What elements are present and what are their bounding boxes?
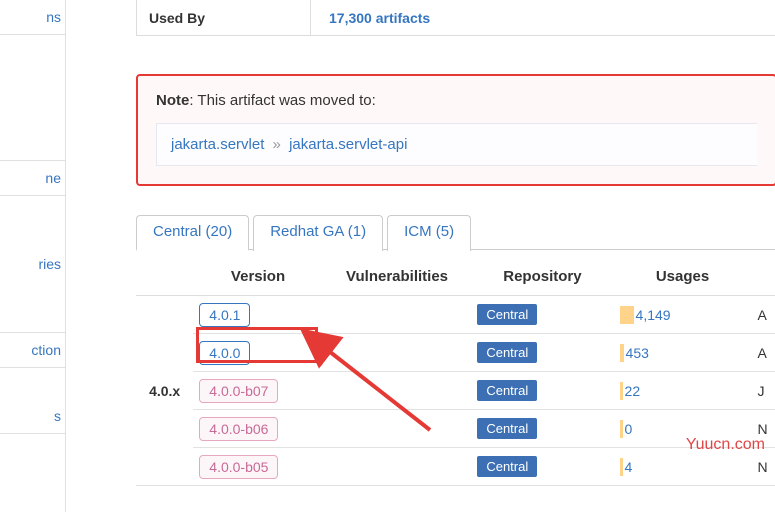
version-link[interactable]: 4.0.1 <box>199 303 250 327</box>
repo-badge[interactable]: Central <box>477 456 537 477</box>
usages-link[interactable]: 4 <box>625 459 633 475</box>
note-title: Note: This artifact was moved to: <box>156 92 757 109</box>
date-cell: N <box>751 410 775 448</box>
used-by-label: Used By <box>137 0 311 35</box>
sidebar-item[interactable]: ns <box>0 0 65 35</box>
crumb-sep: » <box>269 136 285 153</box>
usage-bar <box>620 458 623 476</box>
note-box: Note: This artifact was moved to: jakart… <box>136 74 775 186</box>
date-cell: A <box>751 296 775 334</box>
sidebar-item[interactable]: s <box>0 368 65 434</box>
crumb-group[interactable]: jakarta.servlet <box>171 136 264 153</box>
tab-redhat[interactable]: Redhat GA (1) <box>253 215 383 251</box>
sidebar-item[interactable]: ne <box>0 161 65 196</box>
th-group <box>136 258 193 296</box>
sidebar-item[interactable]: ction <box>0 333 65 368</box>
version-cell: 4.0.0-b05 <box>193 448 322 486</box>
used-by-link[interactable]: 17,300 artifacts <box>329 10 430 26</box>
sidebar-item[interactable] <box>0 35 65 161</box>
usages-link[interactable]: 453 <box>626 345 649 361</box>
vuln-cell <box>323 448 472 486</box>
version-table: Version Vulnerabilities Repository Usage… <box>136 258 775 486</box>
version-cell: 4.0.0 <box>193 334 322 372</box>
version-link[interactable]: 4.0.0-b05 <box>199 455 278 479</box>
vuln-cell <box>323 296 472 334</box>
usage-bar <box>620 344 624 362</box>
table-row: 4.0.0-b07 Central 22 J <box>136 372 775 410</box>
th-repo: Repository <box>471 258 613 296</box>
repo-badge[interactable]: Central <box>477 380 537 401</box>
vuln-cell <box>323 410 472 448</box>
table-row: 4.0.x4.0.1Central4,149A <box>136 296 775 334</box>
usages-cell: 0 <box>614 410 752 448</box>
usages-cell: 22 <box>614 372 752 410</box>
usage-bar <box>620 382 623 400</box>
vuln-cell <box>323 334 472 372</box>
usage-bar <box>620 306 634 324</box>
tabs: Central (20) Redhat GA (1) ICM (5) <box>136 214 775 250</box>
version-cell: 4.0.0-b06 <box>193 410 322 448</box>
usages-cell: 4 <box>614 448 752 486</box>
table-row: 4.0.0-b06 Central 0 N <box>136 410 775 448</box>
main-content: Used By 17,300 artifacts Note: This arti… <box>66 0 775 512</box>
tabs-wrap: Central (20) Redhat GA (1) ICM (5) Versi… <box>136 214 775 486</box>
sidebar: ns ne ries ction s <box>0 0 66 512</box>
used-by-row: Used By 17,300 artifacts <box>136 0 775 36</box>
usages-link[interactable]: 0 <box>625 421 633 437</box>
usages-link[interactable]: 22 <box>625 383 641 399</box>
group-cell: 4.0.x <box>136 296 193 486</box>
crumb-artifact[interactable]: jakarta.servlet-api <box>289 136 407 153</box>
repo-cell: Central <box>471 410 613 448</box>
tab-content: Version Vulnerabilities Repository Usage… <box>136 249 775 486</box>
repo-cell: Central <box>471 334 613 372</box>
th-date <box>751 258 775 296</box>
sidebar-item[interactable]: ries <box>0 196 65 333</box>
vuln-cell <box>323 372 472 410</box>
usage-bar <box>620 420 623 438</box>
repo-cell: Central <box>471 448 613 486</box>
th-version: Version <box>193 258 322 296</box>
note-prefix: Note <box>156 92 189 109</box>
table-row: 4.0.0-b05 Central 4 N <box>136 448 775 486</box>
repo-cell: Central <box>471 296 613 334</box>
repo-badge[interactable]: Central <box>477 304 537 325</box>
note-text: : This artifact was moved to: <box>189 92 375 109</box>
tab-icm[interactable]: ICM (5) <box>387 215 471 251</box>
version-link[interactable]: 4.0.0-b07 <box>199 379 278 403</box>
usages-link[interactable]: 4,149 <box>636 307 671 323</box>
date-cell: N <box>751 448 775 486</box>
version-cell: 4.0.0-b07 <box>193 372 322 410</box>
repo-cell: Central <box>471 372 613 410</box>
repo-badge[interactable]: Central <box>477 342 537 363</box>
date-cell: A <box>751 334 775 372</box>
tab-central[interactable]: Central (20) <box>136 215 249 251</box>
th-usages: Usages <box>614 258 752 296</box>
table-row: 4.0.0 Central 453 A <box>136 334 775 372</box>
date-cell: J <box>751 372 775 410</box>
usages-cell: 453 <box>614 334 752 372</box>
version-cell: 4.0.1 <box>193 296 322 334</box>
usages-cell: 4,149 <box>614 296 752 334</box>
version-link[interactable]: 4.0.0-b06 <box>199 417 278 441</box>
note-breadcrumb: jakarta.servlet » jakarta.servlet-api <box>156 123 757 166</box>
version-link[interactable]: 4.0.0 <box>199 341 250 365</box>
th-vuln: Vulnerabilities <box>323 258 472 296</box>
repo-badge[interactable]: Central <box>477 418 537 439</box>
